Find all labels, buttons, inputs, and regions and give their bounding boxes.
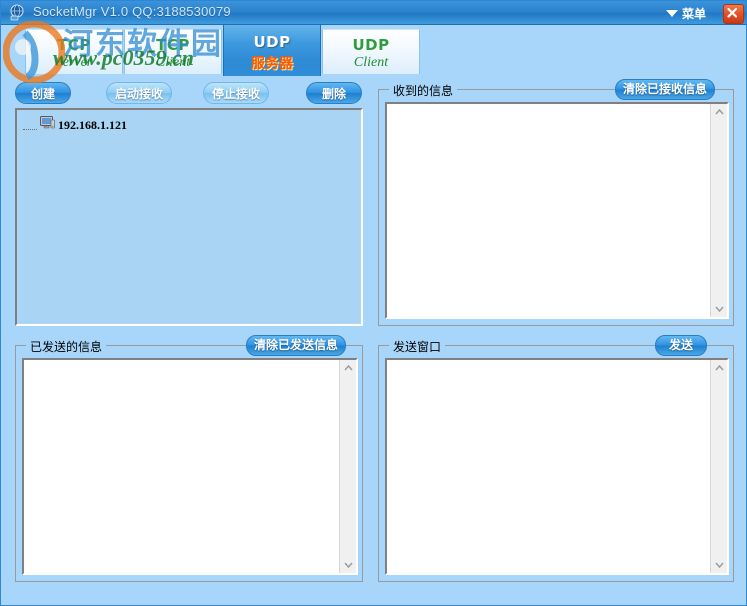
tree-item[interactable]: 192.168.1.121 xyxy=(23,116,127,135)
clear-sent-button[interactable]: 清除已发送信息 xyxy=(246,335,346,356)
tab-udp-server[interactable]: UDP 服务器 xyxy=(223,25,321,76)
tab-strip: TCP Server TCP Client UDP 服务器 UDP Client xyxy=(1,25,746,76)
stop-receive-button[interactable]: 停止接收 xyxy=(203,82,269,104)
application-window: SocketMgr V1.0 QQ:3188530079 菜单 TCP Serv… xyxy=(0,0,747,606)
window-title: SocketMgr V1.0 QQ:3188530079 xyxy=(33,4,231,19)
chevron-up-icon[interactable] xyxy=(340,360,356,376)
chevron-down-icon xyxy=(665,10,678,17)
sent-messages-textarea[interactable] xyxy=(22,358,358,575)
close-icon xyxy=(727,7,738,18)
tab-label-secondary: 服务器 xyxy=(251,56,293,72)
menu-button[interactable]: 菜单 xyxy=(665,5,706,22)
received-messages-legend: 收到的信息 xyxy=(389,82,458,99)
chevron-down-icon[interactable] xyxy=(711,301,727,317)
received-messages-textarea[interactable] xyxy=(385,102,729,319)
tree-item-label: 192.168.1.121 xyxy=(58,118,127,132)
close-button[interactable] xyxy=(723,4,744,24)
tab-tcp-server[interactable]: TCP Server xyxy=(25,29,123,74)
create-button[interactable]: 创建 xyxy=(15,82,71,104)
received-scrollbar[interactable] xyxy=(710,104,727,317)
tab-label-secondary: Client xyxy=(353,55,389,70)
delete-button[interactable]: 删除 xyxy=(306,82,362,104)
send-window-legend: 发送窗口 xyxy=(389,338,446,355)
tab-label-secondary: Client xyxy=(155,55,191,70)
received-messages-group: 收到的信息 清除已接收信息 xyxy=(378,79,734,326)
tree-connector-line xyxy=(23,121,37,130)
tab-label-primary: UDP xyxy=(352,36,390,54)
send-scrollbar[interactable] xyxy=(710,360,727,573)
chevron-up-icon[interactable] xyxy=(711,360,727,376)
sent-messages-legend: 已发送的信息 xyxy=(26,338,107,355)
computer-icon xyxy=(40,116,55,135)
sent-scrollbar[interactable] xyxy=(339,360,356,573)
chevron-up-icon[interactable] xyxy=(711,104,727,120)
chevron-down-icon[interactable] xyxy=(711,557,727,573)
send-window-group: 发送窗口 发送 xyxy=(378,335,734,582)
send-window-textarea[interactable] xyxy=(385,358,729,575)
chevron-down-icon[interactable] xyxy=(340,557,356,573)
connection-tree[interactable]: 192.168.1.121 xyxy=(15,108,363,326)
send-button[interactable]: 发送 xyxy=(655,335,707,356)
tab-udp-client[interactable]: UDP Client xyxy=(322,29,420,74)
globe-icon xyxy=(9,4,27,22)
tab-tcp-client[interactable]: TCP Client xyxy=(124,29,222,74)
clear-received-button[interactable]: 清除已接收信息 xyxy=(615,79,715,100)
tab-label-secondary: Server xyxy=(55,55,93,70)
sent-messages-group: 已发送的信息 清除已发送信息 xyxy=(15,335,363,582)
tab-label-primary: TCP xyxy=(57,36,91,54)
tab-label-primary: TCP xyxy=(156,36,190,54)
tab-label-primary: UDP xyxy=(253,33,291,51)
start-receive-button[interactable]: 启动接收 xyxy=(106,82,172,104)
title-bar: SocketMgr V1.0 QQ:3188530079 菜单 xyxy=(1,1,746,25)
menu-label: 菜单 xyxy=(681,7,706,21)
